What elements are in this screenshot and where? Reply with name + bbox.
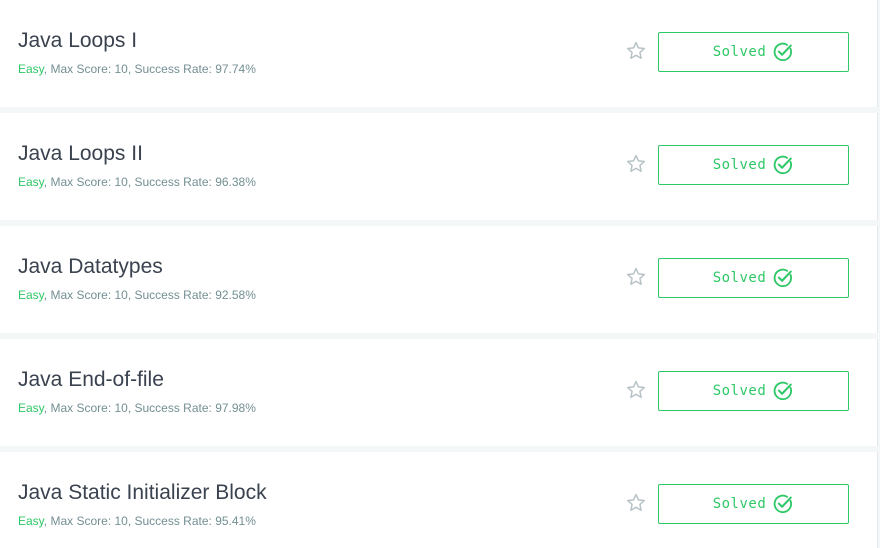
challenge-card[interactable]: Java Loops I Easy, Max Score: 10, Succes… — [0, 0, 878, 107]
star-outline-icon — [627, 41, 645, 59]
check-circle-icon — [774, 268, 793, 288]
bookmark-button[interactable] — [625, 492, 647, 514]
star-outline-icon — [627, 493, 645, 511]
challenge-card[interactable]: Java Loops II Easy, Max Score: 10, Succe… — [0, 113, 878, 220]
challenge-stats: , Max Score: 10, Success Rate: 97.98% — [43, 401, 256, 415]
solved-label: Solved — [712, 44, 767, 60]
challenge-meta: Easy, Max Score: 10, Success Rate: 97.74… — [18, 62, 256, 76]
star-outline-icon — [627, 267, 645, 285]
bookmark-button[interactable] — [625, 153, 647, 175]
challenge-meta: Easy, Max Score: 10, Success Rate: 95.41… — [18, 514, 256, 528]
challenge-stats: , Max Score: 10, Success Rate: 95.41% — [43, 514, 256, 528]
star-outline-icon — [627, 380, 645, 398]
challenge-title[interactable]: Java Datatypes — [18, 254, 163, 280]
challenge-title[interactable]: Java Loops II — [18, 141, 143, 167]
solved-button[interactable]: Solved — [658, 371, 849, 411]
challenge-title[interactable]: Java Static Initializer Block — [18, 480, 267, 506]
solved-button[interactable]: Solved — [658, 258, 849, 298]
challenge-card[interactable]: Java Static Initializer Block Easy, Max … — [0, 452, 878, 548]
challenge-card[interactable]: Java Datatypes Easy, Max Score: 10, Succ… — [0, 226, 878, 333]
challenge-stats: , Max Score: 10, Success Rate: 92.58% — [43, 288, 256, 302]
solved-label: Solved — [712, 270, 767, 286]
challenge-stats: , Max Score: 10, Success Rate: 97.74% — [43, 62, 256, 76]
check-circle-icon — [774, 42, 793, 62]
challenge-meta: Easy, Max Score: 10, Success Rate: 92.58… — [18, 288, 256, 302]
solved-label: Solved — [712, 383, 767, 399]
solved-button[interactable]: Solved — [658, 484, 849, 524]
challenge-meta: Easy, Max Score: 10, Success Rate: 96.38… — [18, 175, 256, 189]
difficulty-label: Easy — [18, 175, 44, 189]
difficulty-label: Easy — [18, 62, 44, 76]
solved-label: Solved — [712, 496, 767, 512]
difficulty-label: Easy — [18, 401, 44, 415]
check-circle-icon — [774, 155, 793, 175]
solved-button[interactable]: Solved — [658, 145, 849, 185]
challenge-list: Java Loops I Easy, Max Score: 10, Succes… — [0, 0, 880, 548]
challenge-title[interactable]: Java Loops I — [18, 28, 137, 54]
challenge-card[interactable]: Java End-of-file Easy, Max Score: 10, Su… — [0, 339, 878, 446]
check-circle-icon — [774, 494, 793, 514]
check-circle-icon — [774, 381, 793, 401]
solved-button[interactable]: Solved — [658, 32, 849, 72]
solved-label: Solved — [712, 157, 767, 173]
challenge-title[interactable]: Java End-of-file — [18, 367, 164, 393]
difficulty-label: Easy — [18, 288, 44, 302]
star-outline-icon — [627, 154, 645, 172]
bookmark-button[interactable] — [625, 40, 647, 62]
challenge-stats: , Max Score: 10, Success Rate: 96.38% — [43, 175, 256, 189]
challenge-meta: Easy, Max Score: 10, Success Rate: 97.98… — [18, 401, 256, 415]
bookmark-button[interactable] — [625, 266, 647, 288]
bookmark-button[interactable] — [625, 379, 647, 401]
difficulty-label: Easy — [18, 514, 44, 528]
